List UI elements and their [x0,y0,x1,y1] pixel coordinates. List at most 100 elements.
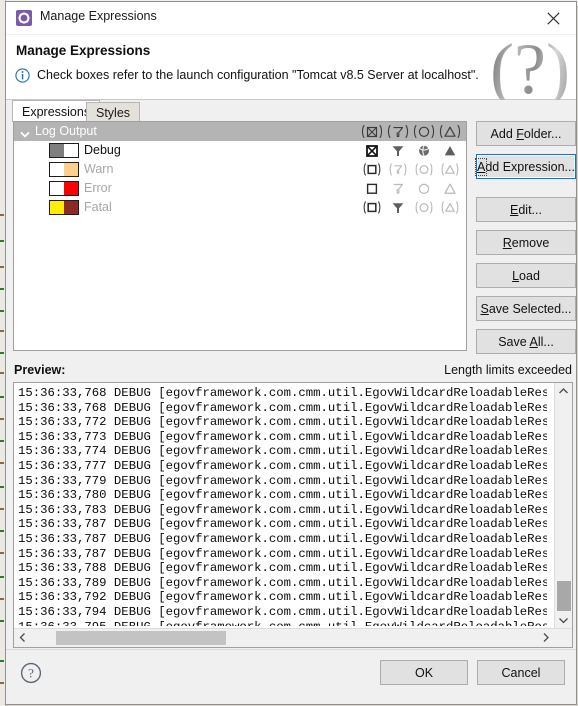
row-triangle-icon[interactable] [441,161,459,178]
tree-item-label: Fatal [84,200,112,214]
log-line: 15:36:33,787 DEBUG [egovframework.com.cm… [18,517,547,532]
window-title: Manage Expressions [40,9,157,23]
log-line: 15:36:33,779 DEBUG [egovframework.com.cm… [18,473,547,488]
scroll-right-icon[interactable] [537,629,555,646]
row-triangle-icon[interactable] [441,199,459,216]
background-speck [0,330,4,332]
color-swatch[interactable] [49,200,79,215]
scroll-up-icon[interactable] [555,383,572,400]
row-checkbox-icon[interactable] [363,161,381,178]
color-swatch[interactable] [49,181,79,196]
info-icon [15,68,30,88]
row-globe-icon[interactable] [415,161,433,178]
background-speck [0,508,4,510]
add-expression-suffix: dd Expression... [485,159,575,174]
color-swatch[interactable] [49,143,79,158]
preview-panel[interactable]: 15:36:33,768 DEBUG [egovframework.com.cm… [13,382,573,648]
log-line: 15:36:33,787 DEBUG [egovframework.com.cm… [18,531,547,546]
header-message: Check boxes refer to the launch configur… [37,68,479,82]
background-speck [0,310,4,312]
background-speck [0,530,4,532]
ok-button[interactable]: OK [380,660,468,685]
log-line: 15:36:33,772 DEBUG [egovframework.com.cm… [18,415,547,430]
preview-label: Preview: [14,363,66,377]
page-title: Manage Expressions [16,43,151,58]
manage-expressions-dialog: Manage Expressions Manage Expressions Ch… [5,1,577,705]
help-circle-icon[interactable]: ? [20,662,42,689]
row-globe-icon[interactable] [415,142,433,159]
tab-styles[interactable]: Styles [86,102,141,122]
tree-item-debug[interactable]: Debug [14,141,466,160]
edit-suffix: dit... [518,202,542,217]
row-filter-icon[interactable] [389,142,407,159]
row-filter-icon[interactable] [389,161,407,178]
background-speck [0,352,4,354]
save-selected-mnemonic: S [480,301,489,316]
question-mark-watermark: (?) [490,29,570,109]
preview-vertical-scrollbar[interactable] [554,383,572,629]
row-triangle-icon[interactable] [441,180,459,197]
tree-group-label: Log Output [35,124,97,138]
remove-suffix: emove [511,235,550,250]
load-suffix: oad [519,268,540,283]
tree-item-error[interactable]: Error [14,179,466,198]
save-selected-button[interactable]: Save Selected... [476,296,576,321]
dialog-header: Manage Expressions Check boxes refer to … [6,33,576,105]
column-header-filter-icon[interactable] [386,123,410,140]
color-swatch[interactable] [49,162,79,177]
log-line: 15:36:33,794 DEBUG [egovframework.com.cm… [18,604,547,619]
background-speck [0,576,4,578]
tree-group-row-log-output[interactable]: Log Output [14,122,466,141]
cancel-button[interactable]: Cancel [477,660,565,685]
save-all-mnemonic: A [529,334,538,349]
background-speck [0,214,4,216]
tab-bar: Expressions Styles [6,100,576,122]
log-line: 15:36:33,773 DEBUG [egovframework.com.cm… [18,429,547,444]
tree-item-warn[interactable]: Warn [14,160,466,179]
scroll-down-icon[interactable] [555,612,572,629]
log-line: 15:36:33,768 DEBUG [egovframework.com.cm… [18,386,547,400]
column-header-checkbox-icon[interactable] [360,123,384,140]
background-speck [0,240,4,242]
horizontal-scroll-thumb[interactable] [56,631,226,645]
row-filter-icon[interactable] [389,199,407,216]
row-filter-icon[interactable] [389,180,407,197]
row-globe-icon[interactable] [415,199,433,216]
scroll-left-icon[interactable] [14,629,32,646]
expressions-tree[interactable]: Log Output Debug Warn Error Fatal [13,121,467,351]
background-speck [0,598,4,600]
save-all-button[interactable]: Save All... [476,329,576,354]
vertical-scroll-thumb[interactable] [557,581,571,611]
tree-item-label: Debug [84,143,121,157]
dialog-footer: ? OK Cancel [6,649,576,704]
row-checkbox-icon[interactable] [363,199,381,216]
row-triangle-icon[interactable] [441,142,459,159]
background-speck [0,396,4,398]
background-speck [0,372,4,374]
log-line-list: 15:36:33,768 DEBUG [egovframework.com.cm… [14,383,547,626]
column-header-triangle-icon[interactable] [438,123,462,140]
column-header-globe-icon[interactable] [412,123,436,140]
background-speck [0,620,4,622]
row-globe-icon[interactable] [415,180,433,197]
log-line: 15:36:33,787 DEBUG [egovframework.com.cm… [18,546,547,561]
add-expression-button[interactable]: Add Expression... [474,154,576,179]
background-speck [0,440,4,442]
length-limit-note: Length limits exceeded [444,363,572,377]
preview-horizontal-scrollbar[interactable] [14,628,572,647]
background-speck [0,288,4,290]
log-line: 15:36:33,780 DEBUG [egovframework.com.cm… [18,488,547,503]
log-line: 15:36:33,774 DEBUG [egovframework.com.cm… [18,444,547,459]
row-checkbox-icon[interactable] [363,180,381,197]
row-checkbox-icon[interactable] [363,142,381,159]
add-folder-label: Add [490,126,517,141]
edit-button[interactable]: Edit... [476,197,576,222]
log-line: 15:36:33,788 DEBUG [egovframework.com.cm… [18,561,547,576]
load-button[interactable]: Load [476,263,576,288]
add-folder-button[interactable]: Add Folder... [476,121,576,146]
remove-button[interactable]: Remove [476,230,576,255]
background-speck [0,682,4,684]
gear-icon [16,10,32,26]
tree-item-label: Warn [84,162,114,176]
tree-item-fatal[interactable]: Fatal [14,198,466,217]
